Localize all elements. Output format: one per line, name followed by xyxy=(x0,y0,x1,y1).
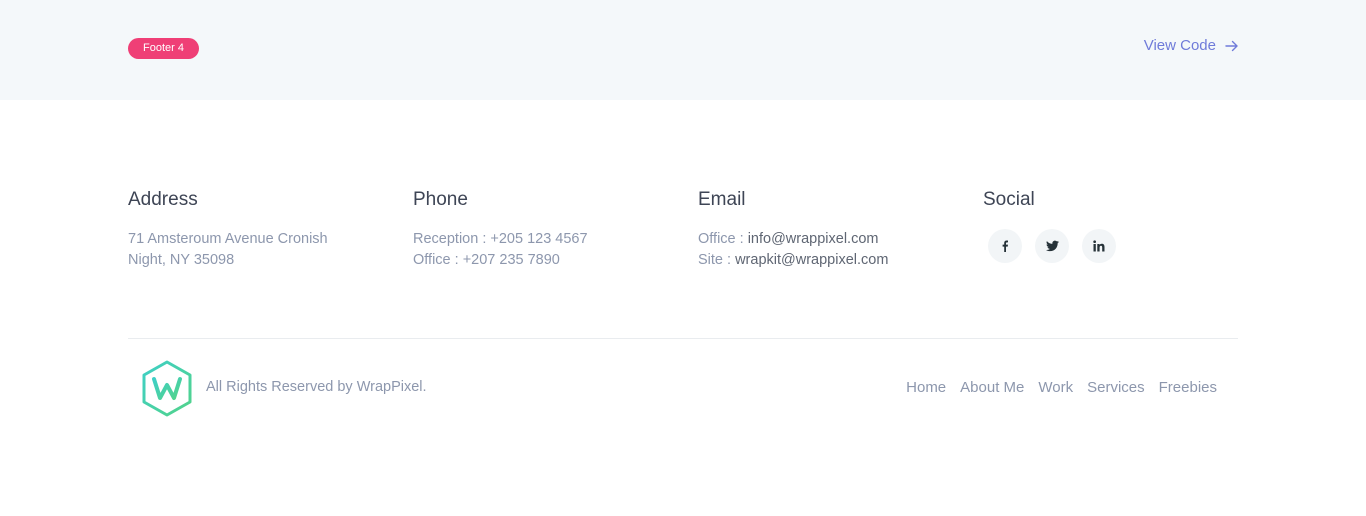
address-title: Address xyxy=(128,189,198,210)
linkedin-icon[interactable] xyxy=(1082,229,1116,263)
arrow-right-icon xyxy=(1225,40,1238,51)
footer-divider xyxy=(128,338,1238,339)
facebook-icon[interactable] xyxy=(988,229,1022,263)
view-code-link[interactable]: View Code xyxy=(1144,37,1239,54)
nav-work[interactable]: Work xyxy=(1038,379,1073,396)
email-office-value[interactable]: info@wrappixel.com xyxy=(748,231,879,247)
social-links xyxy=(988,229,1243,263)
phone-office: Office : +207 235 7890 xyxy=(413,252,560,268)
email-title: Email xyxy=(698,189,746,210)
email-site-value[interactable]: wrapkit@wrappixel.com xyxy=(735,252,888,268)
wrappixel-logo[interactable] xyxy=(141,360,193,417)
footer-badge: Footer 4 xyxy=(128,38,199,59)
social-column: Social xyxy=(983,188,1243,263)
phone-title: Phone xyxy=(413,189,468,210)
email-column: Email Office : info@wrappixel.com Site :… xyxy=(698,188,958,271)
address-line-1: 71 Amsteroum Avenue Cronish xyxy=(128,231,328,247)
footer-nav: Home About Me Work Services Freebies xyxy=(906,379,1217,396)
nav-services[interactable]: Services xyxy=(1087,379,1145,396)
twitter-icon[interactable] xyxy=(1035,229,1069,263)
nav-freebies[interactable]: Freebies xyxy=(1159,379,1217,396)
address-line-2: Night, NY 35098 xyxy=(128,252,235,268)
email-office-label: Office : xyxy=(698,231,748,247)
email-site-label: Site : xyxy=(698,252,736,268)
phone-reception: Reception : +205 123 4567 xyxy=(413,231,588,247)
nav-home[interactable]: Home xyxy=(906,379,946,396)
nav-about-me[interactable]: About Me xyxy=(960,379,1024,396)
view-code-label: View Code xyxy=(1143,37,1216,54)
social-title: Social xyxy=(983,189,1035,210)
copyright-text: All Rights Reserved by WrapPixel. xyxy=(206,379,427,395)
phone-column: Phone Reception : +205 123 4567 Office :… xyxy=(413,188,673,271)
address-column: Address 71 Amsteroum Avenue Cronish Nigh… xyxy=(128,188,388,271)
top-bar: Footer 4 View Code xyxy=(0,0,1366,100)
email-site: Site : wrapkit@wrappixel.com xyxy=(698,250,958,271)
email-office: Office : info@wrappixel.com xyxy=(698,229,958,250)
